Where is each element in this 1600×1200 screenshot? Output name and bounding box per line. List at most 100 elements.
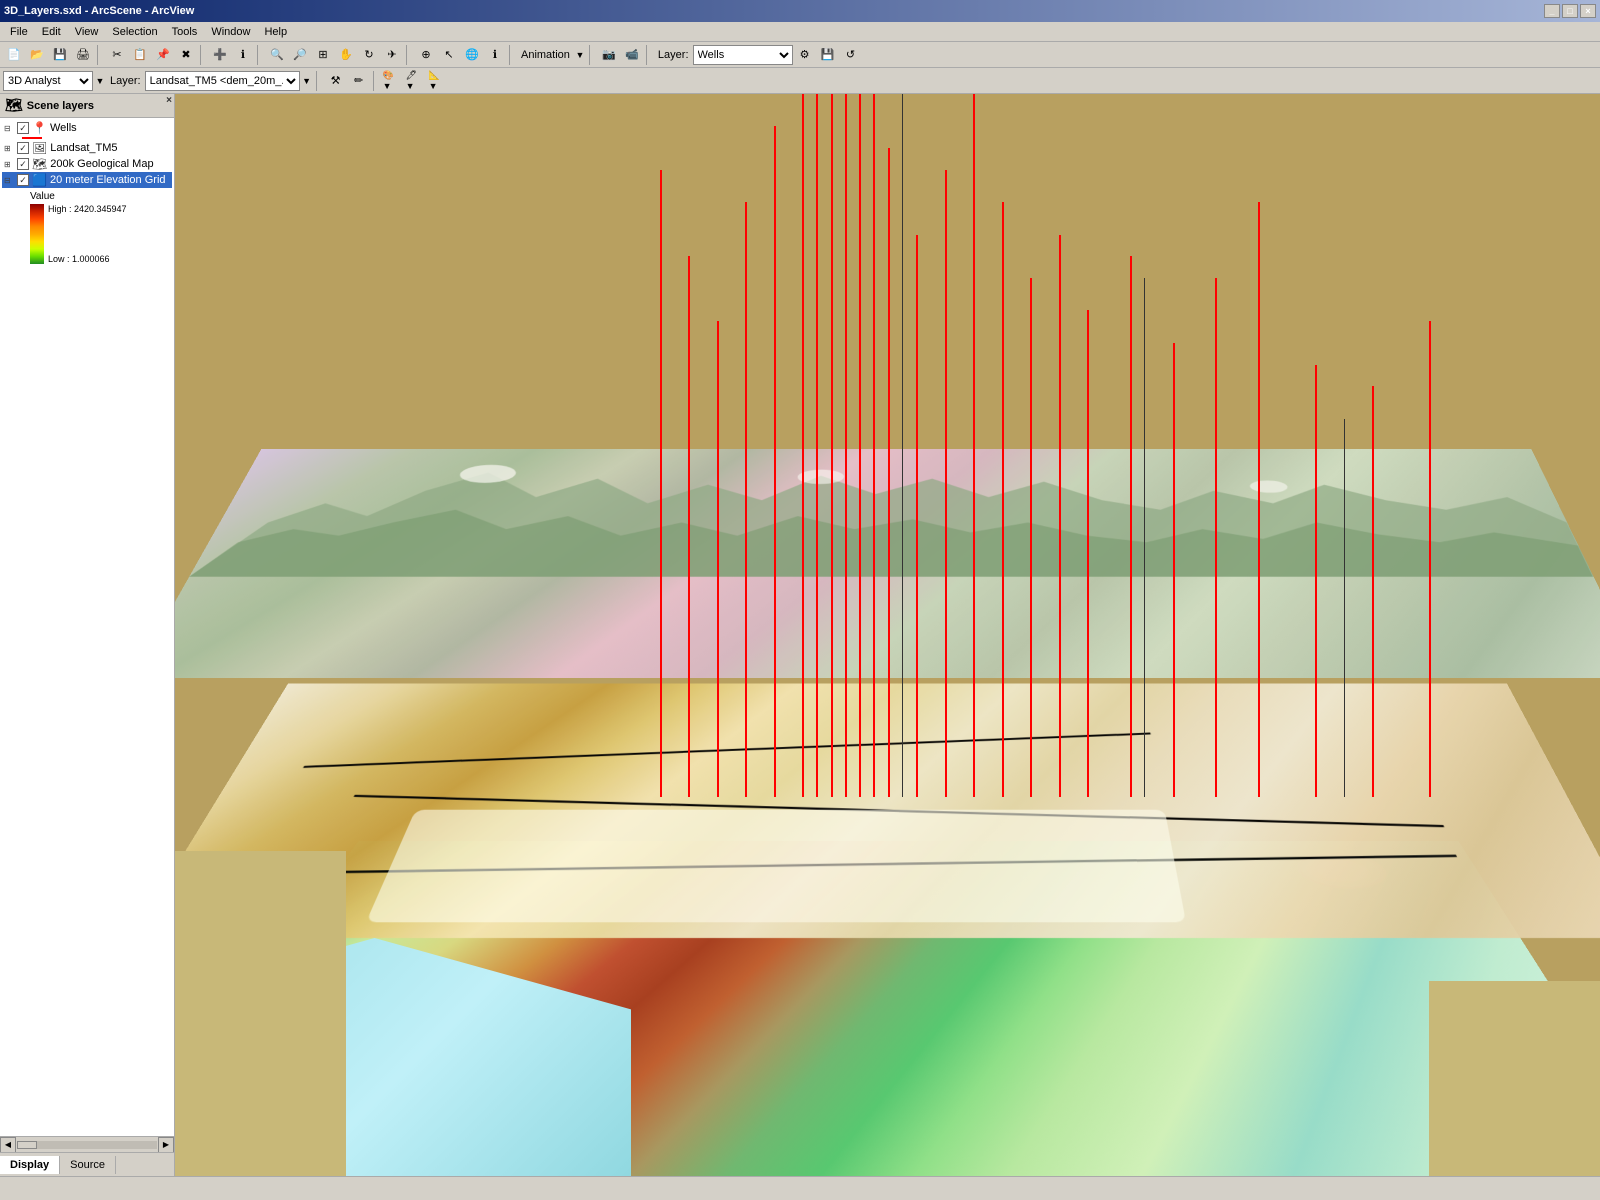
layer-item-landsat[interactable]: ⊞ 🖼 Landsat_TM5 [2,140,172,156]
save-button[interactable]: 💾 [49,44,71,66]
pan-button[interactable]: ✋ [335,44,357,66]
elevation-expand[interactable]: ⊟ [4,176,14,185]
main-toolbar: 📄 📂 💾 🖨 ✂ 📋 📌 ✖ ➕ ℹ 🔍 🔎 ⊞ ✋ ↻ ✈ ⊕ ↖ 🌐 ℹ … [0,42,1600,68]
separator6 [589,45,595,65]
separator1 [97,45,103,65]
zoom-out-button[interactable]: 🔎 [289,44,311,66]
layer-item-wells[interactable]: ⊟ 📍 Wells [2,120,172,136]
legend-low-label: Low : 1.000066 [48,254,127,264]
geological-expand[interactable]: ⊞ [4,160,14,169]
geological-layer [175,684,1600,938]
scroll-thumb[interactable] [17,1141,37,1149]
scroll-left-button[interactable]: ◀ [0,1137,16,1153]
globe-button[interactable]: 🌐 [461,44,483,66]
separator-t2b [373,71,379,91]
layer-props-button[interactable]: ⚙ [794,44,816,66]
print-button[interactable]: 🖨 [72,44,94,66]
menu-view[interactable]: View [69,24,105,40]
layer-panel: 🗺 Scene layers × ⊟ 📍 Wells ⊞ 🖼 [0,94,175,1176]
refresh-button[interactable]: ↺ [840,44,862,66]
camera-button[interactable]: 📷 [598,44,620,66]
delete-button[interactable]: ✖ [175,44,197,66]
color3-button[interactable]: 📐▼ [428,70,450,92]
animation-btn[interactable]: ▼ [574,44,586,66]
menu-help[interactable]: Help [258,24,293,40]
legend-value-label: Value [30,191,172,202]
menu-window[interactable]: Window [205,24,256,40]
scroll-right-button[interactable]: ▶ [158,1137,174,1153]
display-tab[interactable]: Display [0,1156,60,1174]
color2-button[interactable]: 🖊▼ [405,70,427,92]
panel-footer: Display Source [0,1152,174,1176]
separator2 [200,45,206,65]
geological-checkbox[interactable] [17,158,29,170]
video-button[interactable]: 📹 [621,44,643,66]
rotate-button[interactable]: ↻ [358,44,380,66]
open-button[interactable]: 📂 [26,44,48,66]
layer-save-button[interactable]: 💾 [817,44,839,66]
minimize-button[interactable]: _ [1544,4,1560,18]
geological-label: 200k Geological Map [50,158,153,170]
analyst-dropdown[interactable]: ▼ [94,70,106,92]
info-button[interactable]: ℹ [484,44,506,66]
wells-label: Wells [50,122,77,134]
layer-item-geological[interactable]: ⊞ 🗺 200k Geological Map [2,156,172,172]
separator-t2 [316,71,322,91]
copy-button[interactable]: 📋 [129,44,151,66]
color1-button[interactable]: 🎨▼ [382,70,404,92]
foreground-right [1429,981,1600,1176]
window-title: 3D_Layers.sxd - ArcScene - ArcView [4,5,194,17]
legend-gradient-area: High : 2420.345947 Low : 1.000066 [30,204,172,264]
panel-title: Scene layers [27,100,94,112]
separator4 [406,45,412,65]
paste-button[interactable]: 📌 [152,44,174,66]
new-button[interactable]: 📄 [3,44,25,66]
scene-canvas [175,94,1600,1176]
fault-line-1 [303,733,1150,768]
fly-button[interactable]: ✈ [381,44,403,66]
animation-label: Animation [521,49,570,61]
add-data-button[interactable]: ➕ [209,44,231,66]
separator5 [509,45,515,65]
select-button[interactable]: ↖ [438,44,460,66]
panel-close-button[interactable]: × [166,95,172,106]
analyst-select[interactable]: 3D Analyst [3,71,93,91]
secondary-toolbar: 3D Analyst ▼ Layer: Landsat_TM5 <dem_20m… [0,68,1600,94]
landsat-layer [175,449,1600,678]
menu-selection[interactable]: Selection [106,24,163,40]
identify-button[interactable]: ℹ [232,44,254,66]
layer2-select[interactable]: Landsat_TM5 <dem_20m_... [145,71,300,91]
navigate-button[interactable]: ⊕ [415,44,437,66]
title-bar: 3D_Layers.sxd - ArcScene - ArcView _ □ × [0,0,1600,22]
landsat-expand[interactable]: ⊞ [4,144,14,153]
source-tab[interactable]: Source [60,1156,116,1174]
maximize-button[interactable]: □ [1562,4,1578,18]
layer-item-elevation[interactable]: ⊟ 🟦 20 meter Elevation Grid [2,172,172,188]
wells-checkbox[interactable] [17,122,29,134]
tool1-button[interactable]: ⚒ [325,70,347,92]
cut-button[interactable]: ✂ [106,44,128,66]
panel-header: 🗺 Scene layers × [0,94,174,118]
close-button[interactable]: × [1580,4,1596,18]
mountain-ridges [189,449,1593,577]
menu-tools[interactable]: Tools [166,24,204,40]
landsat-label: Landsat_TM5 [50,142,117,154]
tool2-button[interactable]: ✏ [348,70,370,92]
zoom-in-button[interactable]: 🔍 [266,44,288,66]
legend-values: High : 2420.345947 Low : 1.000066 [48,204,127,264]
landsat-checkbox[interactable] [17,142,29,154]
title-bar-controls: _ □ × [1544,4,1596,18]
map-area[interactable] [175,94,1600,1176]
legend-high-label: High : 2420.345947 [48,204,127,214]
full-extent-button[interactable]: ⊞ [312,44,334,66]
elevation-checkbox[interactable] [17,174,29,186]
layer2-label: Layer: [110,75,141,87]
layer-select[interactable]: Wells [693,45,793,65]
menu-edit[interactable]: Edit [36,24,67,40]
wells-expand[interactable]: ⊟ [4,124,14,133]
horizontal-scrollbar[interactable]: ◀ ▶ [0,1136,174,1152]
menu-file[interactable]: File [4,24,34,40]
wells-line-symbol [22,137,42,139]
status-bar [0,1176,1600,1200]
layer2-dropdown[interactable]: ▼ [301,70,313,92]
